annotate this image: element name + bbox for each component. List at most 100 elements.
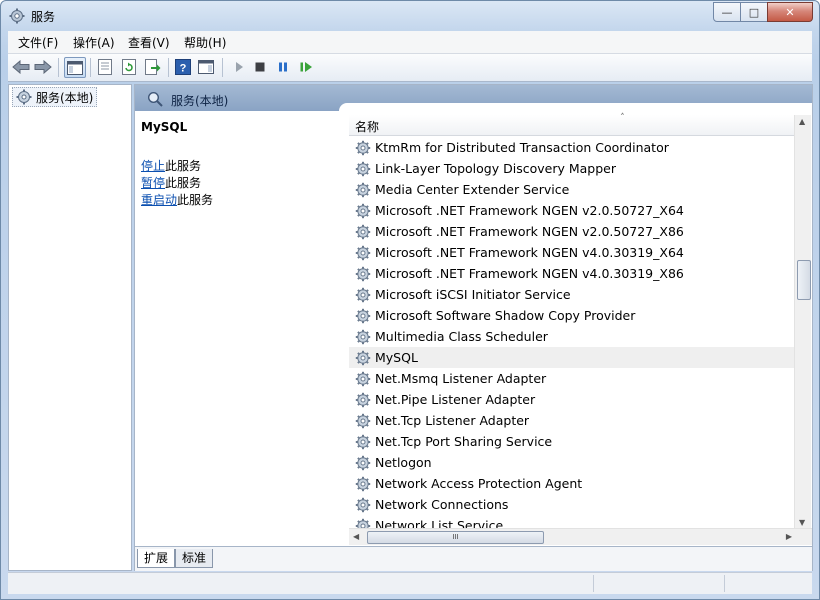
- title-bar[interactable]: 服务 — □ ✕: [1, 1, 819, 31]
- vertical-scrollbar[interactable]: ▲ ▼: [794, 115, 811, 529]
- table-row[interactable]: Link-Layer Topology Discovery Mapper: [349, 158, 797, 179]
- table-row[interactable]: Microsoft Software Shadow Copy Provider: [349, 305, 797, 326]
- toolbar-separator: [90, 58, 91, 77]
- close-button[interactable]: ✕: [767, 2, 813, 22]
- table-row[interactable]: Microsoft .NET Framework NGEN v2.0.50727…: [349, 221, 797, 242]
- table-row[interactable]: KtmRm for Distributed Transaction Coordi…: [349, 137, 797, 158]
- back-button[interactable]: [12, 58, 30, 76]
- service-name: Microsoft .NET Framework NGEN v4.0.30319…: [375, 245, 684, 260]
- service-gear-icon: [355, 392, 371, 407]
- table-row[interactable]: Multimedia Class Scheduler: [349, 326, 797, 347]
- service-gear-icon: [355, 434, 371, 449]
- horizontal-scroll-thumb[interactable]: III: [367, 531, 544, 544]
- start-service-button[interactable]: [230, 58, 248, 76]
- table-row[interactable]: Media Center Extender Service: [349, 179, 797, 200]
- help-button[interactable]: ?: [174, 58, 192, 76]
- window-controls: — □ ✕: [713, 2, 813, 22]
- service-gear-icon: [355, 245, 371, 260]
- table-row[interactable]: Net.Msmq Listener Adapter: [349, 368, 797, 389]
- horizontal-scrollbar[interactable]: ◀ III ▶: [349, 528, 812, 545]
- toolbar-separator: [168, 58, 169, 77]
- service-gear-icon: [355, 350, 371, 365]
- service-name: Microsoft .NET Framework NGEN v2.0.50727…: [375, 224, 684, 239]
- service-name: Network Access Protection Agent: [375, 476, 583, 491]
- service-name: KtmRm for Distributed Transaction Coordi…: [375, 140, 669, 155]
- tree-item-label: 服务(本地): [36, 90, 94, 105]
- selected-service-name: MySQL: [141, 120, 188, 134]
- menu-action[interactable]: 操作(A): [73, 34, 115, 51]
- restart-service-button[interactable]: [297, 58, 315, 76]
- table-row[interactable]: Net.Pipe Listener Adapter: [349, 389, 797, 410]
- stop-icon: [255, 62, 265, 72]
- service-gear-icon: [355, 413, 371, 428]
- content-pane: 服务(本地) MySQL 停止此服务 暂停此服务 重启动此服务 名称 ˄ Ktm…: [134, 84, 813, 571]
- table-row[interactable]: Netlogon: [349, 452, 797, 473]
- restart-service-link[interactable]: 重启动: [141, 193, 177, 207]
- table-row[interactable]: MySQL: [349, 347, 797, 368]
- action-suffix: 此服务: [165, 176, 202, 190]
- resume-icon: [300, 62, 312, 72]
- extended-detail-pane: MySQL 停止此服务 暂停此服务 重启动此服务: [135, 111, 339, 546]
- service-name: Net.Tcp Port Sharing Service: [375, 434, 553, 449]
- toolbar: ?: [8, 54, 812, 82]
- status-bar: [8, 572, 812, 594]
- pause-icon: [279, 62, 287, 72]
- service-name: Net.Pipe Listener Adapter: [375, 392, 536, 407]
- table-row[interactable]: Network Connections: [349, 494, 797, 515]
- service-name: Microsoft iSCSI Initiator Service: [375, 287, 571, 302]
- table-row[interactable]: Microsoft .NET Framework NGEN v4.0.30319…: [349, 242, 797, 263]
- window-title: 服务: [31, 10, 56, 24]
- table-row[interactable]: Net.Tcp Port Sharing Service: [349, 431, 797, 452]
- service-name: Network Connections: [375, 497, 509, 512]
- pause-service-link[interactable]: 暂停: [141, 176, 165, 190]
- table-row[interactable]: Microsoft .NET Framework NGEN v2.0.50727…: [349, 200, 797, 221]
- menu-help[interactable]: 帮助(H): [184, 34, 226, 51]
- service-gear-icon: [355, 455, 371, 470]
- scroll-right-icon[interactable]: ▶: [786, 532, 792, 541]
- service-name: Microsoft .NET Framework NGEN v2.0.50727…: [375, 203, 684, 218]
- export-list-button[interactable]: [144, 58, 162, 76]
- properties-button[interactable]: [96, 58, 114, 76]
- restart-service-action: 重启动此服务: [141, 191, 213, 208]
- table-row[interactable]: Microsoft .NET Framework NGEN v4.0.30319…: [349, 263, 797, 284]
- action-pane-icon: [198, 60, 214, 74]
- services-gear-icon: [9, 8, 25, 24]
- status-separator: [593, 575, 594, 592]
- play-icon: [236, 62, 243, 72]
- menu-view[interactable]: 查看(V): [128, 34, 170, 51]
- tab-standard[interactable]: 标准: [175, 549, 214, 568]
- table-row[interactable]: Network Access Protection Agent: [349, 473, 797, 494]
- pause-service-button[interactable]: [274, 58, 292, 76]
- maximize-button[interactable]: □: [740, 2, 768, 22]
- scroll-up-icon[interactable]: ▲: [799, 117, 805, 126]
- minimize-button[interactable]: —: [713, 2, 741, 22]
- stop-service-button[interactable]: [251, 58, 269, 76]
- scroll-left-icon[interactable]: ◀: [353, 532, 359, 541]
- service-name: Netlogon: [375, 455, 432, 470]
- services-list-panel: 名称 ˄ KtmRm for Distributed Transaction C…: [339, 103, 812, 545]
- table-row[interactable]: Microsoft iSCSI Initiator Service: [349, 284, 797, 305]
- service-gear-icon: [355, 182, 371, 197]
- menu-file[interactable]: 文件(F): [18, 34, 58, 51]
- service-name: Net.Msmq Listener Adapter: [375, 371, 547, 386]
- column-header-name[interactable]: 名称 ˄: [349, 113, 797, 136]
- vertical-scroll-thumb[interactable]: [797, 260, 811, 300]
- view-tabs: 扩展 标准: [135, 546, 812, 571]
- service-gear-icon: [355, 224, 371, 239]
- tree-item-services-local[interactable]: 服务(本地): [12, 87, 98, 107]
- refresh-button[interactable]: [120, 58, 138, 76]
- service-gear-icon: [355, 497, 371, 512]
- table-row[interactable]: Net.Tcp Listener Adapter: [349, 410, 797, 431]
- service-name: Net.Tcp Listener Adapter: [375, 413, 530, 428]
- console-tree: 服务(本地): [8, 84, 132, 571]
- service-gear-icon: [355, 308, 371, 323]
- show-action-pane-button[interactable]: [197, 58, 215, 76]
- service-gear-icon: [355, 287, 371, 302]
- stop-service-link[interactable]: 停止: [141, 159, 165, 173]
- forward-button[interactable]: [34, 58, 52, 76]
- show-console-tree-button[interactable]: [64, 57, 86, 78]
- tab-extended[interactable]: 扩展: [137, 549, 176, 568]
- toolbar-separator: [222, 58, 223, 77]
- scroll-down-icon[interactable]: ▼: [799, 518, 805, 527]
- service-name: Link-Layer Topology Discovery Mapper: [375, 161, 616, 176]
